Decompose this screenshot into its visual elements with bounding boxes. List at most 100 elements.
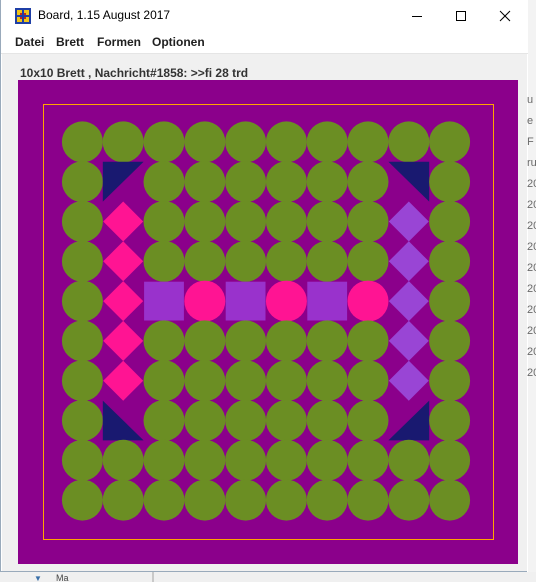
board-cell-circle[interactable] [306,121,348,163]
close-button[interactable] [483,0,527,31]
title-bar[interactable]: Board, 1.15 August 2017 [1,0,528,31]
board-cell-circle[interactable] [61,240,103,282]
board-cell-circle[interactable] [347,439,389,481]
board-cell-circle[interactable] [143,439,185,481]
board-cell-square-violet[interactable] [144,281,184,321]
board-cell-circle[interactable] [347,121,389,163]
board-cell-circle[interactable] [347,201,389,242]
board-cell-circle[interactable] [102,439,144,481]
board-cell-circle[interactable] [388,479,430,521]
board-cell-circle[interactable] [429,479,471,521]
board-cell-circle[interactable] [347,320,389,362]
board-cell-circle[interactable] [225,161,267,203]
board-cell-circle[interactable] [225,439,267,481]
board-cell-circle[interactable] [306,320,348,362]
board-cell-circle[interactable] [429,240,471,282]
board-cell-circle-pink[interactable] [184,280,226,322]
board-cell-circle[interactable] [225,201,267,242]
board-cell-circle[interactable] [265,121,307,163]
board-cell-circle[interactable] [143,360,185,402]
board-cell-circle-pink[interactable] [347,280,389,322]
board-cell-circle[interactable] [306,360,348,402]
board-cell-circle[interactable] [61,201,103,242]
board-cell-circle[interactable] [143,161,185,203]
board-cell-circle[interactable] [347,161,389,203]
board-cell-circle[interactable] [265,439,307,481]
board-cell-circle[interactable] [388,121,430,163]
board-cell-square-violet[interactable] [307,281,348,321]
board-cell-circle[interactable] [429,161,471,203]
board-cell-circle[interactable] [184,320,226,362]
board-cell-circle[interactable] [143,201,185,242]
background-text-line: 20 [527,346,536,358]
board-cell-circle[interactable] [347,479,389,521]
board-cell-circle[interactable] [184,240,226,282]
board-cell-circle[interactable] [225,121,267,163]
minimize-button[interactable] [395,0,439,31]
background-text-line: 20 [527,283,536,295]
board-cell-circle[interactable] [61,439,103,481]
board-cell-circle[interactable] [143,240,185,282]
board-cell-circle[interactable] [265,201,307,242]
board-cell-circle[interactable] [61,121,103,163]
board-cell-circle[interactable] [143,121,185,163]
board-cell-circle[interactable] [184,121,226,163]
board-cell-circle[interactable] [184,479,226,521]
board-cell-circle[interactable] [306,161,348,203]
board-cell-circle-pink[interactable] [265,280,307,322]
board-cell-circle[interactable] [225,360,267,402]
background-text-line: 20 [527,262,536,274]
board-cell-circle[interactable] [102,121,144,163]
board-cell-circle[interactable] [265,320,307,362]
board-cell-circle[interactable] [306,400,348,441]
board-cell-circle[interactable] [429,320,471,362]
board-cell-circle[interactable] [265,479,307,521]
board-cell-circle[interactable] [429,360,471,402]
board-cell-circle[interactable] [61,479,103,521]
background-text-line: 20 [527,304,536,316]
board-cell-circle[interactable] [102,479,144,521]
board-cell-circle[interactable] [143,320,185,362]
menu-optionen[interactable]: Optionen [152,35,205,49]
board-cell-circle[interactable] [61,400,103,441]
board-cell-circle[interactable] [61,161,103,203]
board-cell-circle[interactable] [347,400,389,441]
board-cell-circle[interactable] [184,439,226,481]
maximize-button[interactable] [439,0,483,31]
board-cell-square-violet[interactable] [225,281,266,321]
board-cell-circle[interactable] [225,240,267,282]
board-cell-circle[interactable] [265,240,307,282]
board-cell-circle[interactable] [306,201,348,242]
board-cell-circle[interactable] [429,439,471,481]
board-cell-circle[interactable] [388,439,430,481]
board-cell-circle[interactable] [184,400,226,441]
background-text-line: 20 [527,325,536,337]
menu-datei[interactable]: Datei [15,35,44,49]
board-cell-circle[interactable] [184,201,226,242]
game-board[interactable] [18,80,518,564]
board-cell-circle[interactable] [429,121,471,163]
board-cell-circle[interactable] [265,360,307,402]
menu-brett[interactable]: Brett [56,35,84,49]
board-cell-circle[interactable] [61,320,103,362]
board-cell-circle[interactable] [143,400,185,441]
board-cell-circle[interactable] [225,479,267,521]
board-cell-circle[interactable] [429,201,471,242]
board-cell-circle[interactable] [225,400,267,441]
board-cell-circle[interactable] [61,360,103,402]
board-cell-circle[interactable] [143,479,185,521]
board-cell-circle[interactable] [265,161,307,203]
board-cell-circle[interactable] [225,320,267,362]
board-cell-circle[interactable] [184,161,226,203]
board-cell-circle[interactable] [347,360,389,402]
board-cell-circle[interactable] [306,479,348,521]
board-cell-circle[interactable] [306,240,348,282]
board-cell-circle[interactable] [347,240,389,282]
board-cell-circle[interactable] [265,400,307,441]
board-cell-circle[interactable] [61,280,103,322]
menu-formen[interactable]: Formen [97,35,141,49]
board-cell-circle[interactable] [429,400,471,441]
board-cell-circle[interactable] [184,360,226,402]
board-cell-circle[interactable] [306,439,348,481]
board-cell-circle[interactable] [429,280,471,322]
